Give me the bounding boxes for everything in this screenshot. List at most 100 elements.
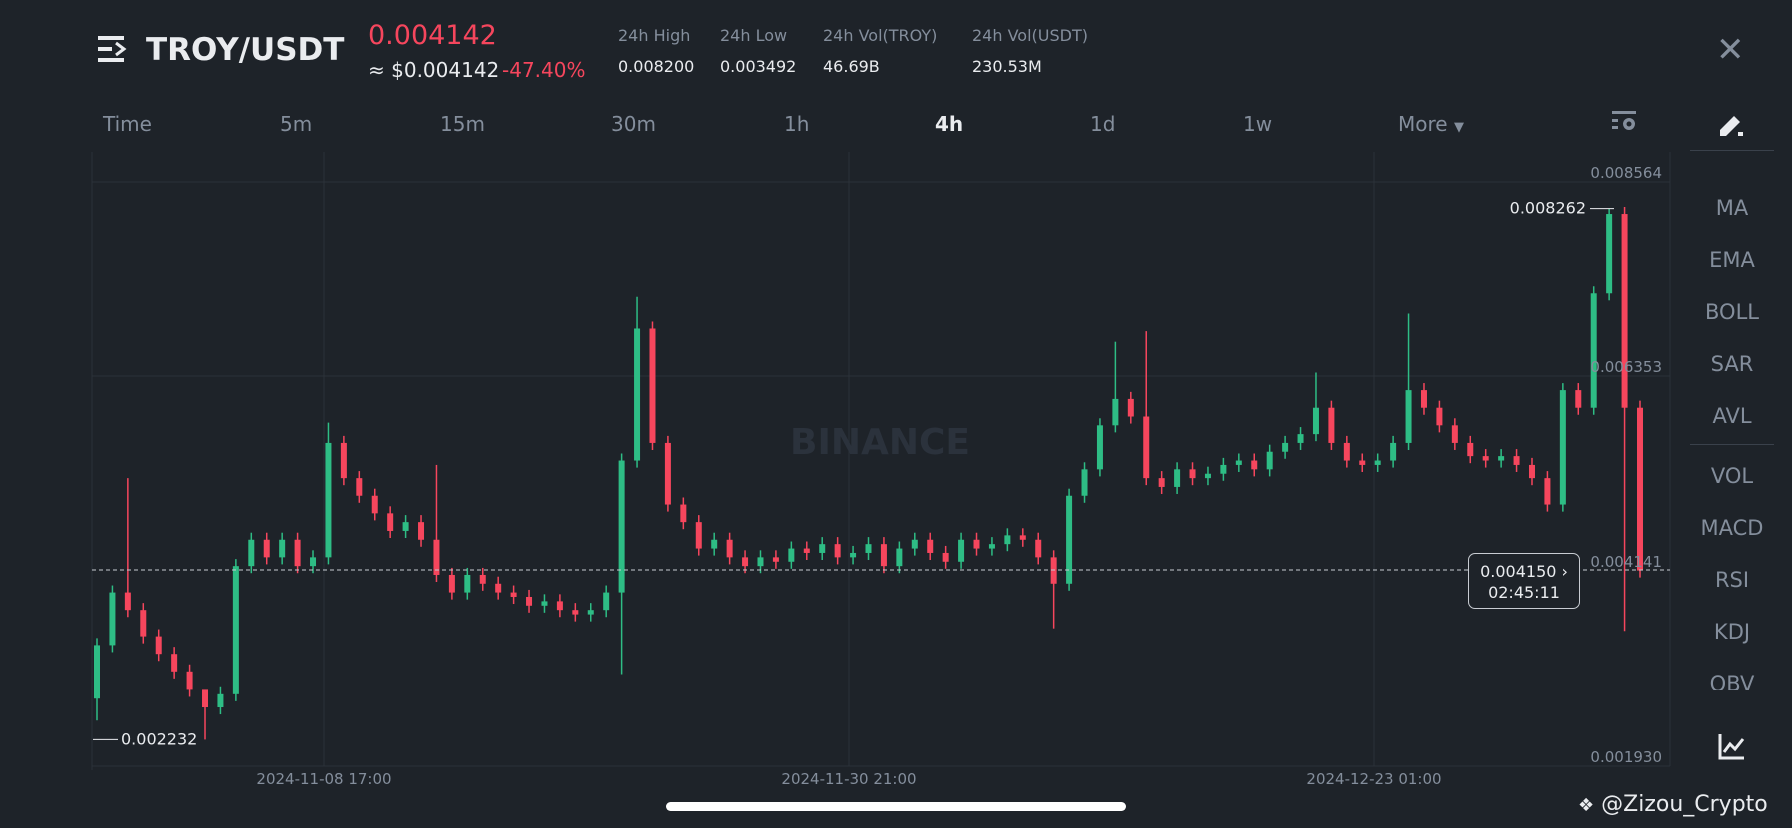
candle-body (248, 539, 255, 567)
current-price: 0.004150 (1480, 562, 1557, 581)
candle-body (1359, 460, 1366, 465)
candlestick-chart[interactable]: BINANCE 0.008564 0.006353 0.004141 0.001… (0, 0, 1680, 790)
candle-body (171, 654, 178, 672)
close-icon[interactable]: ✕ (1716, 30, 1745, 70)
indicator-macd[interactable]: MACD (1690, 516, 1774, 540)
candle-body (803, 548, 810, 553)
candle-body (1266, 451, 1273, 470)
candle-body (464, 574, 471, 593)
chevron-right-icon: › (1561, 562, 1568, 581)
candle-body (742, 557, 749, 567)
candle-body (1343, 442, 1350, 461)
indicator-vol[interactable]: VOL (1690, 464, 1774, 488)
candle-body (479, 574, 486, 584)
candle-body (1050, 557, 1057, 584)
candle-body (186, 671, 193, 690)
candle-body (927, 539, 934, 553)
candle-body (371, 495, 378, 514)
candle-body (942, 552, 949, 562)
indicator-rsi[interactable]: RSI (1690, 568, 1774, 592)
candle-body (1235, 460, 1242, 465)
candle-body (1189, 469, 1196, 479)
candle-body (94, 645, 100, 699)
candle-body (1112, 398, 1119, 426)
candle-body (865, 544, 872, 553)
candle-body (1297, 434, 1304, 443)
price-tick: 0.008564 (1590, 164, 1662, 182)
price-tick: 0.004141 (1590, 553, 1662, 571)
candle-body (1621, 214, 1628, 408)
candle-body (109, 592, 116, 646)
candle-body (1482, 456, 1489, 461)
candle-body (695, 522, 702, 549)
candle-body (1374, 460, 1381, 465)
candle-body (1405, 390, 1412, 443)
binance-watermark: BINANCE (790, 422, 970, 463)
candle-body (510, 592, 517, 597)
indicator-obv[interactable]: OBV (1690, 672, 1774, 690)
candle-body (772, 557, 779, 562)
candle-body (1436, 407, 1443, 426)
candle-body (1390, 442, 1397, 461)
time-tick: 2024-12-23 01:00 (1306, 770, 1441, 788)
candle-body (1544, 478, 1551, 505)
credit-text: @Zizou_Crypto (1601, 792, 1768, 817)
candle-body (402, 522, 409, 531)
candle-body (1204, 473, 1211, 479)
candle-body (1220, 464, 1227, 474)
candle-body (1637, 407, 1643, 571)
credit-watermark: ❖ @Zizou_Crypto (1578, 792, 1768, 817)
candle-body (988, 544, 995, 549)
candle-body (1606, 214, 1613, 294)
candle-body (819, 544, 826, 553)
time-tick: 2024-11-08 17:00 (256, 770, 391, 788)
candle-body (155, 636, 162, 655)
candle-body (1282, 442, 1289, 452)
candle-body (418, 522, 425, 540)
draw-tool-icon[interactable] (1718, 112, 1746, 142)
candle-body (556, 601, 563, 611)
candle-body (1066, 495, 1073, 584)
candle-body (294, 539, 301, 567)
candle-body (1035, 539, 1042, 558)
candle-body (664, 442, 671, 505)
candle-body (618, 460, 625, 593)
indicator-ema[interactable]: EMA (1690, 248, 1774, 272)
candle-countdown: 02:45:11 (1488, 583, 1560, 602)
indicator-sar[interactable]: SAR (1690, 352, 1774, 376)
candle-body (310, 557, 317, 567)
candle-body (896, 548, 903, 567)
candle-body (1096, 425, 1103, 470)
candle-body (726, 539, 733, 558)
current-price-tag[interactable]: 0.004150 › 02:45:11 (1468, 553, 1580, 609)
candle-body (1312, 407, 1319, 435)
candle-body (1451, 425, 1458, 443)
candle-body (1528, 464, 1535, 479)
indicator-kdj[interactable]: KDJ (1690, 620, 1774, 644)
candle-body (880, 544, 887, 567)
candle-body (1143, 416, 1150, 479)
candle-body (1158, 478, 1165, 487)
candle-body (1498, 456, 1505, 461)
candle-body (757, 557, 764, 567)
candle-body (1251, 460, 1258, 470)
candle-body (1081, 469, 1088, 496)
indicator-ma[interactable]: MA (1690, 196, 1774, 220)
candle-body (1559, 390, 1566, 505)
candle-body (1127, 398, 1134, 417)
price-tick: 0.001930 (1590, 748, 1662, 766)
binance-logo-icon: ❖ (1578, 795, 1595, 816)
candle-body (587, 610, 594, 615)
candle-body (356, 478, 363, 496)
candle-body (1004, 535, 1011, 545)
indicator-boll[interactable]: BOLL (1690, 300, 1774, 324)
home-indicator[interactable] (666, 802, 1126, 811)
candle-body (124, 592, 131, 611)
candle-body (834, 544, 841, 558)
chart-type-icon[interactable] (1718, 732, 1746, 764)
candle-body (541, 601, 548, 606)
candle-body (140, 610, 147, 637)
candle-body (850, 552, 857, 558)
indicator-avl[interactable]: AVL (1690, 404, 1774, 428)
candle-body (572, 610, 579, 615)
